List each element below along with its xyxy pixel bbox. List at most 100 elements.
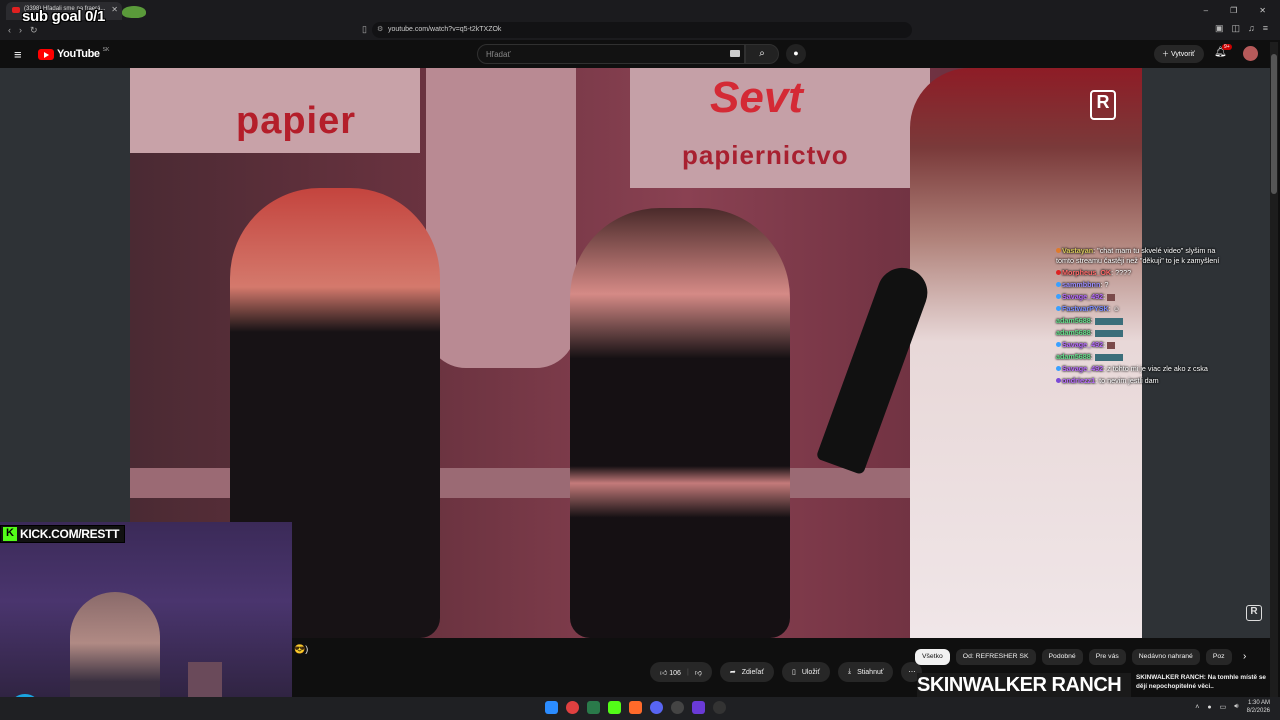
more-icon: ⋯ [908, 669, 916, 676]
maximize-button[interactable]: ❐ [1230, 6, 1237, 15]
dislike-button[interactable]: 👎︎ [695, 668, 702, 677]
search-placeholder: Hľadať [486, 50, 511, 59]
chat-user: adam5688 [1056, 316, 1091, 326]
address-bar[interactable]: ⚙ youtube.com/watch?v=q5-t2kTXZOk [372, 22, 912, 38]
menu-icon[interactable]: ≡ [1263, 23, 1268, 34]
system-tray: ˄ ● ▭ 🔊︎ 1:30 AM 8/2/2026 [1195, 699, 1270, 715]
chat-badge-icon [1056, 306, 1061, 312]
browser-nav-bar: ‹ › ↻ ▯ ⚙ youtube.com/watch?v=q5-t2kTXZO… [0, 20, 1280, 40]
chat-user: FastwarPYSK [1062, 304, 1109, 314]
chat-text: : to nevim jestli dam [1095, 376, 1159, 386]
chat-message: ondriezz1: to nevim jestli dam [1056, 376, 1226, 386]
right-logo-text: Sevt [710, 73, 803, 122]
chat-user: ondriezz1 [1062, 376, 1096, 386]
kick-app-icon[interactable] [608, 701, 621, 714]
chevron-up-icon[interactable]: ˄ [1195, 704, 1199, 711]
site-info-icon[interactable]: ⚙ [377, 25, 383, 33]
sub-goal-overlay: sub goal 0/1 [22, 8, 106, 25]
volume-icon[interactable]: 🔊︎ [1234, 703, 1238, 711]
stream-chat-overlay: Vastayan: "chat mam tu skvelé video" sly… [1056, 246, 1226, 388]
chat-user: adam5688 [1056, 328, 1091, 338]
chat-message: adam5688: [1056, 328, 1226, 338]
maps-app-icon[interactable] [566, 701, 579, 714]
chat-badge-icon [1056, 378, 1061, 384]
chat-user: Vastayan [1062, 246, 1094, 255]
search-input[interactable]: Hľadať [477, 44, 745, 64]
bookmark-icon[interactable]: ▯ [362, 24, 367, 35]
mic-tray-icon[interactable]: ● [1207, 704, 1211, 711]
video-actions: 👍︎ 106 | 👎︎ ➦ Zdieľať ▯ Uložiť ⤓ Stiahnuť ⋯ [650, 662, 923, 682]
youtube-play-icon [38, 48, 54, 60]
chat-user: adam5688 [1056, 352, 1091, 362]
voice-search-button[interactable]: ● [786, 44, 806, 64]
chat-message: FastwarPYSK: ☺ [1056, 304, 1226, 314]
chip-recently-uploaded[interactable]: Nedávno nahrané [1131, 649, 1200, 665]
download-label: Stiahnuť [857, 668, 884, 676]
youtube-favicon-icon [12, 7, 20, 13]
woman-right [570, 208, 790, 638]
chip-all[interactable]: Všetko [915, 649, 950, 665]
window-controls: – ❐ ✕ [1204, 0, 1280, 20]
chat-badge-icon [1056, 282, 1061, 288]
discord-icon[interactable] [650, 701, 663, 714]
chat-badge-icon [1056, 366, 1061, 372]
spreadsheet-app-icon[interactable] [587, 701, 600, 714]
hamburger-menu-icon[interactable]: ≡ [14, 47, 22, 62]
page-scrollbar[interactable] [1270, 42, 1278, 697]
account-avatar[interactable] [1243, 46, 1258, 61]
brave-browser-icon[interactable] [629, 701, 642, 714]
chat-text: : [1108, 304, 1111, 314]
save-button[interactable]: ▯ Uložiť [781, 662, 830, 682]
scrollbar-thumb[interactable] [1271, 54, 1277, 194]
chat-message: sammbbnn: ? [1056, 280, 1226, 290]
like-button[interactable]: 👍︎ 106 [660, 668, 681, 677]
video-title[interactable]: SKINWALKER RANCH: Na tomhle místě se děj… [1136, 673, 1266, 691]
create-button[interactable]: ＋ Vytvoriť [1154, 45, 1204, 63]
chip-for-you[interactable]: Pre vás [1088, 649, 1126, 665]
chip-related[interactable]: Podobné [1041, 649, 1083, 665]
share-button[interactable]: ➦ Zdieľať [719, 662, 774, 682]
music-icon[interactable]: ♫ [1248, 23, 1255, 34]
chip-from-channel[interactable]: Od: REFRESHER SK [955, 649, 1036, 665]
close-window-button[interactable]: ✕ [1259, 6, 1266, 15]
refresher-watermark-icon[interactable]: R [1246, 605, 1262, 621]
recommended-video[interactable]: SKINWALKER RANCH SKINWALKER RANCH: Na to… [917, 673, 1267, 697]
kick-overlay: K KICK.COM/RESTT [0, 525, 126, 543]
youtube-logo[interactable]: YouTube SK [38, 47, 109, 60]
share-label: Zdieľať [741, 668, 764, 676]
download-button[interactable]: ⤓ Stiahnuť [838, 662, 894, 682]
kick-logo-icon: K [3, 527, 17, 541]
notifications-button[interactable]: 🔔︎ 9+ [1214, 44, 1232, 58]
forward-icon[interactable]: › [19, 25, 22, 35]
video-thumbnail[interactable]: SKINWALKER RANCH [917, 673, 1131, 697]
keyboard-icon[interactable] [730, 50, 740, 57]
chevron-right-icon[interactable]: › [1243, 651, 1246, 662]
app-icon[interactable] [713, 701, 726, 714]
recommendation-chips: Všetko Od: REFRESHER SK Podobné Pre vás … [915, 649, 1232, 665]
obs-icon[interactable] [671, 701, 684, 714]
search-button[interactable]: ⌕ [745, 44, 779, 64]
twitch-icon[interactable] [692, 701, 705, 714]
windows-start-icon[interactable] [545, 701, 558, 714]
sidebar-icon[interactable]: ▣ [1215, 23, 1224, 34]
chat-badge-icon [1056, 270, 1061, 276]
sunglasses-emoji-icon: 😎) [294, 644, 309, 654]
wallet-icon[interactable]: ◫ [1231, 23, 1240, 34]
notifications-badge: 9+ [1222, 44, 1232, 50]
left-sign-text: papier [236, 100, 357, 142]
chat-user: Savage_492 [1062, 292, 1104, 302]
smile-emote-icon: ☺ [1112, 304, 1121, 314]
youtube-logo-text: YouTube [57, 48, 100, 60]
clock[interactable]: 1:30 AM 8/2/2026 [1247, 699, 1270, 715]
back-icon[interactable]: ‹ [8, 25, 11, 35]
chat-badge-icon [1056, 342, 1061, 348]
close-tab-icon[interactable]: ✕ [111, 5, 118, 14]
minimize-button[interactable]: – [1204, 6, 1208, 15]
chat-emote-icon [1107, 294, 1116, 301]
save-label: Uložiť [801, 668, 820, 676]
chip-watched[interactable]: Poz [1205, 649, 1232, 665]
chat-emote-icon [1094, 354, 1123, 361]
chat-user: Morpheus_OK [1062, 268, 1112, 278]
reload-icon[interactable]: ↻ [30, 25, 38, 36]
display-icon[interactable]: ▭ [1220, 703, 1227, 711]
